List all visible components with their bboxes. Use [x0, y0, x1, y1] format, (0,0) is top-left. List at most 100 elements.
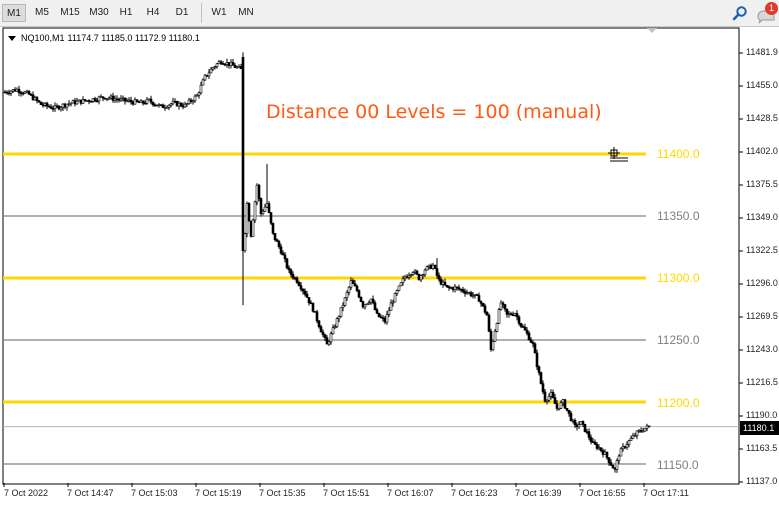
candle-body — [483, 305, 487, 313]
candle-body — [161, 104, 165, 108]
price-axis-label: 11269.5 — [746, 311, 778, 321]
candle-body — [249, 220, 253, 237]
timeframe-h4-button[interactable]: H4 — [142, 4, 164, 22]
candle-body — [221, 63, 225, 65]
time-axis-label: 7 Oct 2022 — [4, 488, 49, 498]
current-price-label: 11180.1 — [740, 421, 779, 435]
notifications-button[interactable]: 1 — [756, 1, 779, 25]
candle-body — [227, 62, 231, 66]
candle-body — [113, 98, 117, 101]
candle-body — [235, 66, 239, 69]
timeframe-w1-button[interactable]: W1 — [208, 4, 230, 22]
chart-shift-marker — [647, 28, 657, 33]
candle-body — [273, 233, 277, 241]
price-axis-label: 11428.5 — [746, 113, 778, 123]
candle-body — [373, 302, 377, 311]
timeframe-m1-button[interactable]: M1 — [2, 4, 26, 22]
candle-body — [529, 339, 533, 343]
candle-body — [563, 399, 567, 409]
candle-body — [419, 275, 423, 281]
candle-body — [533, 343, 537, 354]
candle-body — [327, 341, 331, 345]
candle-body — [267, 203, 271, 213]
candle-body — [305, 293, 309, 298]
chart-canvas[interactable] — [0, 27, 779, 505]
collapse-triangle-icon[interactable] — [8, 35, 16, 41]
candle-body — [73, 100, 77, 105]
candle-body — [553, 397, 557, 404]
timeframe-d1-button[interactable]: D1 — [170, 4, 194, 22]
candle-body — [307, 297, 311, 304]
candle-body — [573, 419, 577, 426]
candle-body — [351, 280, 355, 284]
candle-body — [143, 102, 147, 105]
candle-body — [67, 103, 71, 105]
candle-body — [355, 285, 359, 291]
candle-body — [411, 272, 415, 275]
candle-body — [503, 304, 507, 310]
candle-body — [213, 66, 217, 68]
candle-body — [297, 282, 301, 286]
candle-body — [385, 314, 389, 323]
candle-body — [209, 68, 213, 74]
candle-body — [559, 402, 563, 409]
candle-body — [197, 92, 201, 96]
candle-body — [253, 201, 257, 221]
candle-body — [337, 316, 341, 319]
candle-body — [551, 392, 555, 398]
candle-body — [79, 99, 83, 104]
timeframe-mn-button[interactable]: MN — [234, 4, 258, 22]
price-axis-label: 11322.5 — [746, 245, 778, 255]
price-axis-label: 11455.0 — [746, 80, 778, 90]
candle-body — [117, 99, 121, 101]
candle-body — [263, 206, 267, 212]
candle-body — [537, 366, 541, 373]
candle-body — [205, 74, 209, 77]
candle-body — [91, 98, 95, 102]
candle-body — [177, 102, 181, 107]
price-axis-label: 11349.0 — [746, 212, 778, 222]
candle-body — [39, 101, 43, 105]
candle-body — [7, 92, 11, 95]
candle-body — [493, 330, 497, 342]
time-axis-label: 7 Oct 16:23 — [451, 488, 498, 498]
timeframe-h1-button[interactable]: H1 — [115, 4, 137, 22]
timeframe-toolbar: M1 M5 M15 M30 H1 H4 D1 W1 MN 1 — [0, 0, 779, 27]
candle-body — [345, 291, 349, 299]
candle-body — [277, 241, 281, 248]
symbol-info: NQ100,M1 11174.7 11185.0 11172.9 11180.1 — [8, 33, 200, 43]
candle-body — [359, 296, 363, 302]
candle-body — [291, 274, 295, 279]
chart-annotation: Distance 00 Levels = 100 (manual) — [266, 101, 602, 123]
candle-body — [625, 444, 629, 448]
candle-body — [321, 331, 325, 336]
candle-body — [63, 103, 67, 108]
timeframe-m15-button[interactable]: M15 — [57, 4, 83, 22]
candle-body — [347, 286, 351, 293]
candle-body — [101, 96, 105, 99]
candle-body — [269, 212, 273, 224]
timeframe-m5-button[interactable]: M5 — [29, 4, 55, 22]
candle-body — [583, 423, 587, 432]
candle-body — [611, 464, 615, 469]
candle-body — [627, 440, 631, 445]
candle-body — [295, 277, 299, 283]
price-axis-label: 11190.0 — [746, 410, 778, 420]
price-axis-label: 11163.5 — [746, 443, 778, 453]
candle-body — [299, 285, 303, 290]
candle-body — [239, 66, 243, 70]
candle-body — [201, 79, 205, 86]
candle-body — [89, 100, 93, 103]
candle-body — [323, 334, 327, 339]
search-icon[interactable] — [732, 5, 748, 21]
candle-body — [525, 329, 529, 334]
candle-body — [151, 101, 155, 106]
candle-body — [215, 63, 219, 67]
price-chart[interactable]: NQ100,M1 11174.7 11185.0 11172.9 11180.1… — [0, 27, 779, 505]
price-axis-label: 11402.0 — [746, 146, 778, 156]
price-axis-label: 11137.0 — [746, 476, 778, 486]
candle-body — [145, 98, 149, 104]
timeframe-m30-button[interactable]: M30 — [85, 4, 113, 22]
candle-body — [3, 91, 7, 94]
candle-body — [425, 266, 429, 271]
